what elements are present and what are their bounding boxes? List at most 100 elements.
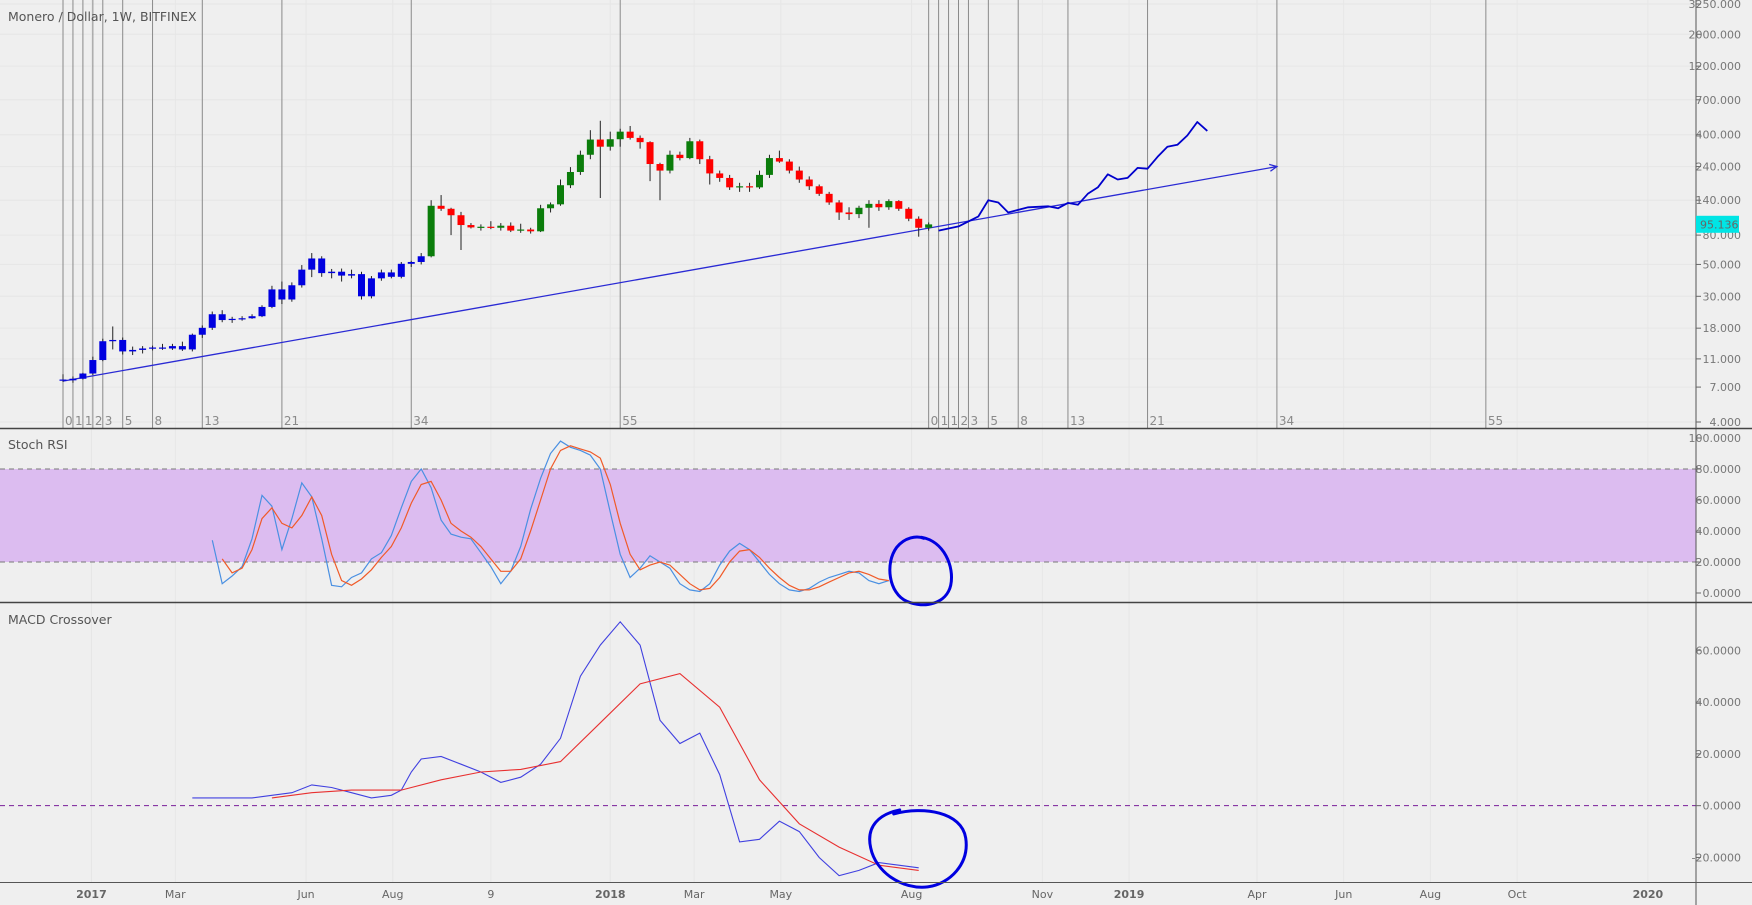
price-tick-label: 11.000 — [1703, 353, 1742, 366]
candle-body[interactable] — [208, 314, 216, 328]
candle-body[interactable] — [417, 256, 425, 262]
candle-body[interactable] — [696, 141, 704, 160]
fib-zone-label: 21 — [1150, 414, 1165, 428]
candle-body[interactable] — [865, 203, 873, 208]
candle-body[interactable] — [308, 258, 316, 270]
candle-body[interactable] — [775, 158, 783, 162]
candle-body[interactable] — [885, 201, 893, 208]
candle-body[interactable] — [646, 142, 654, 165]
candle-body[interactable] — [905, 208, 913, 219]
candle-body[interactable] — [377, 272, 385, 279]
candle-body[interactable] — [298, 269, 306, 286]
candle-body[interactable] — [765, 158, 773, 175]
time-tick-label: Jun — [296, 888, 314, 901]
candle-body[interactable] — [795, 170, 803, 180]
candle-body[interactable] — [487, 226, 495, 228]
stoch-tick-label: 0.0000 — [1703, 587, 1742, 600]
candle-body[interactable] — [348, 274, 356, 276]
candle-body[interactable] — [457, 215, 465, 226]
candle-body[interactable] — [168, 346, 176, 349]
candle-body[interactable] — [497, 225, 505, 228]
candle-body[interactable] — [537, 208, 545, 232]
candle-body[interactable] — [815, 186, 823, 194]
candle-body[interactable] — [328, 271, 336, 274]
candle-body[interactable] — [188, 334, 196, 350]
candle-body[interactable] — [626, 131, 634, 138]
candle-body[interactable] — [706, 159, 714, 174]
candle-body[interactable] — [716, 173, 724, 178]
candle-body[interactable] — [875, 203, 883, 208]
candle-body[interactable] — [676, 154, 684, 159]
stoch-tick-label: 40.0000 — [1696, 525, 1742, 538]
candle-body[interactable] — [596, 139, 604, 147]
candle-body[interactable] — [149, 347, 157, 349]
candle-body[interactable] — [79, 373, 87, 379]
candle-body[interactable] — [139, 348, 147, 350]
candle-body[interactable] — [288, 285, 296, 300]
candle-body[interactable] — [119, 339, 127, 352]
candle-body[interactable] — [258, 306, 266, 317]
candle-body[interactable] — [178, 346, 186, 350]
candle-body[interactable] — [835, 202, 843, 213]
candle-body[interactable] — [477, 226, 485, 228]
candle-body[interactable] — [756, 174, 763, 188]
candle-body[interactable] — [338, 271, 346, 276]
candle-body[interactable] — [825, 193, 833, 203]
candle-body[interactable] — [586, 139, 594, 155]
candle-body[interactable] — [278, 289, 286, 300]
candle-body[interactable] — [367, 278, 375, 297]
chart-background — [0, 0, 1752, 905]
candle-body[interactable] — [318, 258, 326, 274]
candle-body[interactable] — [129, 349, 137, 352]
candle-body[interactable] — [785, 161, 793, 171]
candle-body[interactable] — [427, 205, 435, 257]
candle-body[interactable] — [268, 289, 276, 307]
candle-body[interactable] — [895, 201, 903, 209]
candle-body[interactable] — [527, 229, 535, 232]
candle-body[interactable] — [248, 316, 256, 319]
candle-body[interactable] — [726, 177, 734, 188]
candle-body[interactable] — [576, 154, 584, 172]
candle-body[interactable] — [547, 204, 555, 209]
candle-body[interactable] — [845, 212, 853, 215]
candle-body[interactable] — [915, 218, 923, 228]
candle-body[interactable] — [198, 327, 206, 335]
candle-body[interactable] — [557, 185, 564, 205]
candle-body[interactable] — [238, 318, 246, 320]
fib-zone-label: 34 — [1279, 414, 1294, 428]
candle-body[interactable] — [358, 274, 365, 297]
candle-body[interactable] — [736, 186, 744, 188]
candle-body[interactable] — [656, 164, 664, 171]
candle-body[interactable] — [447, 208, 455, 216]
candle-body[interactable] — [925, 224, 933, 228]
fib-zone-label: 21 — [284, 414, 299, 428]
candle-body[interactable] — [228, 318, 236, 321]
candle-body[interactable] — [686, 141, 694, 159]
candle-body[interactable] — [855, 207, 863, 215]
candle-body[interactable] — [437, 205, 445, 209]
candle-body[interactable] — [616, 131, 624, 140]
candle-body[interactable] — [507, 225, 515, 231]
candle-body[interactable] — [218, 314, 226, 321]
candle-body[interactable] — [746, 186, 754, 188]
candle-body[interactable] — [407, 261, 415, 264]
candle-body[interactable] — [159, 347, 166, 349]
candle-body[interactable] — [387, 272, 395, 277]
candle-body[interactable] — [517, 229, 525, 231]
fib-zone-label: 2 — [961, 414, 969, 428]
candle-body[interactable] — [606, 139, 614, 147]
time-tick-label: 2020 — [1633, 888, 1664, 901]
candle-body[interactable] — [666, 154, 674, 171]
candle-body[interactable] — [467, 225, 475, 228]
candle-body[interactable] — [99, 341, 107, 361]
candle-body[interactable] — [69, 378, 77, 381]
candle-body[interactable] — [59, 379, 67, 381]
macd-tick-label: 20.0000 — [1696, 748, 1742, 761]
candle-body[interactable] — [805, 179, 813, 187]
candle-body[interactable] — [566, 171, 574, 186]
stoch-tick-label: 100.0000 — [1689, 432, 1742, 445]
candle-body[interactable] — [109, 339, 117, 342]
candle-body[interactable] — [89, 360, 97, 374]
candle-body[interactable] — [397, 263, 405, 277]
candle-body[interactable] — [636, 137, 644, 143]
